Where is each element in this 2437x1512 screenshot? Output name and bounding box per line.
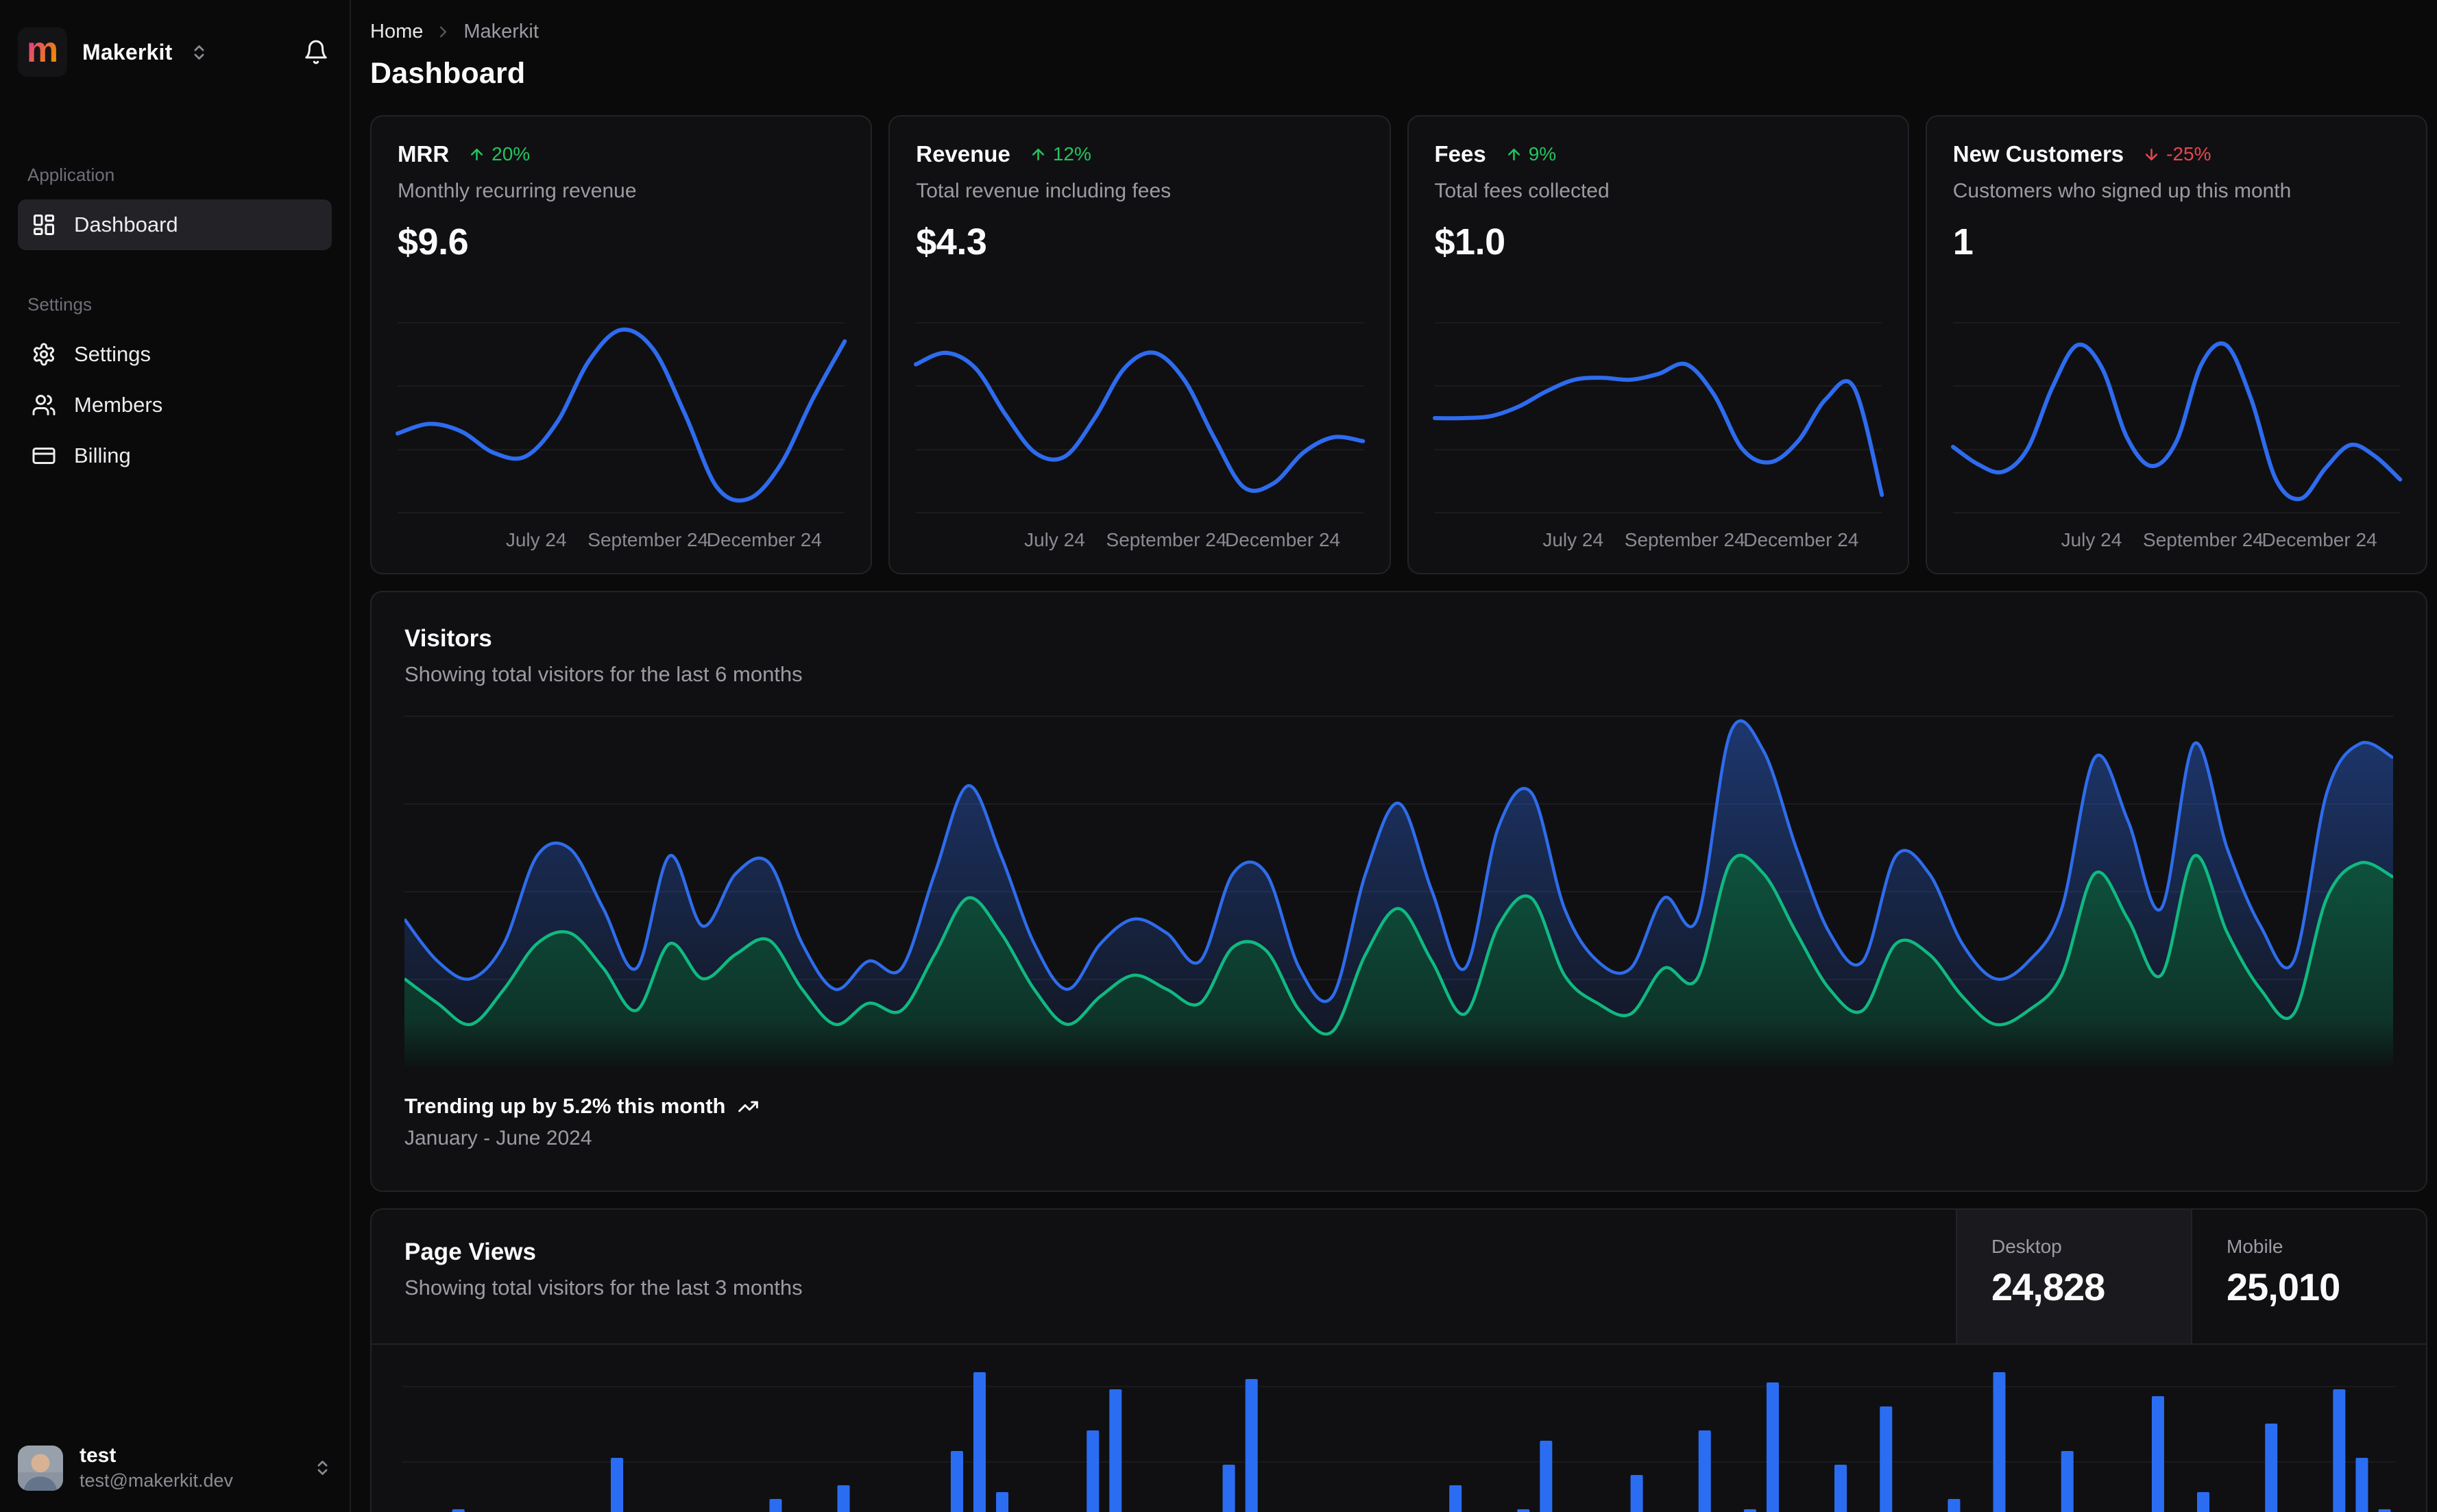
sidebar-nav: Application Dashboard Settings Settings … — [18, 164, 332, 481]
stat-value: $4.3 — [916, 221, 987, 263]
users-icon — [32, 393, 56, 417]
arrow-down-icon — [2146, 148, 2158, 160]
stat-cards-row: MRR 20% Monthly recurring revenue $9.6 J… — [370, 115, 2427, 574]
stat-card-mrr: MRR 20% Monthly recurring revenue $9.6 J… — [370, 115, 873, 574]
user-email: test@makerkit.dev — [80, 1470, 233, 1491]
nav-section-label: Application — [27, 164, 115, 185]
breadcrumb-current: Makerkit — [463, 21, 539, 42]
stat-subtitle: Total fees collected — [1434, 180, 1610, 202]
stat-title: Revenue — [916, 141, 1010, 167]
stat-value: $9.6 — [398, 221, 469, 263]
sidebar-item-dashboard[interactable]: Dashboard — [18, 199, 332, 250]
sidebar-item-settings[interactable]: Settings — [18, 329, 332, 380]
page-views-bar-chart — [402, 1355, 2396, 1512]
stat-card-fees: Fees 9% Total fees collected $1.0 July 2… — [1407, 115, 1909, 574]
stat-title: New Customers — [1952, 141, 2124, 167]
makerkit-logo: m — [18, 27, 67, 77]
notifications-button[interactable] — [300, 36, 332, 68]
stat-change-badge: -25% — [2143, 143, 2211, 165]
visitors-card: Visitors Showing total visitors for the … — [370, 591, 2427, 1192]
main-content: Home Makerkit Dashboard MRR 20% Monthly … — [351, 0, 2437, 1512]
stat-subtitle: Customers who signed up this month — [1952, 180, 2292, 202]
workspace-name: Makerkit — [82, 39, 173, 64]
arrow-up-icon — [1507, 148, 1520, 160]
sidebar-item-label: Members — [74, 393, 163, 417]
sidebar-item-label: Billing — [74, 443, 131, 467]
visitors-subtitle: Showing total visitors for the last 6 mo… — [404, 662, 803, 686]
visitors-footer: Trending up by 5.2% this month January -… — [404, 1094, 2393, 1150]
stat-subtitle: Total revenue including fees — [916, 180, 1172, 202]
x-axis-labels: July 24 September 24 December 24 — [2061, 529, 2377, 550]
user-name: test — [80, 1444, 117, 1467]
breadcrumb: Home Makerkit — [370, 21, 2427, 43]
sidebar-item-label: Settings — [74, 342, 151, 366]
sparkline-chart — [1435, 322, 1882, 514]
nav-section-label: Settings — [27, 294, 92, 315]
stat-subtitle: Monthly recurring revenue — [398, 180, 637, 202]
sparkline-chart — [398, 322, 845, 514]
stat-title: MRR — [398, 141, 450, 167]
avatar — [18, 1445, 63, 1491]
page-views-card: Page Views Showing total visitors for th… — [370, 1208, 2427, 1512]
chevron-right-icon — [440, 26, 447, 38]
stat-change-badge: 20% — [468, 143, 530, 165]
stat-value: $1.0 — [1434, 221, 1506, 263]
sidebar-item-members[interactable]: Members — [18, 380, 332, 430]
workspace-switcher[interactable] — [187, 40, 211, 64]
stat-card-revenue: Revenue 12% Total revenue including fees… — [888, 115, 1391, 574]
sidebar-item-billing[interactable]: Billing — [18, 430, 332, 481]
sparkline-chart — [916, 322, 1363, 514]
sparkline-chart — [1953, 322, 2400, 514]
page-views-header: Page Views Showing total visitors for th… — [372, 1210, 2426, 1345]
visitors-area-chart — [404, 716, 2393, 1066]
visitors-period: January - June 2024 — [404, 1127, 592, 1149]
sidebar-item-label: Dashboard — [74, 212, 178, 236]
dashboard-page: { "app": { "workspace": "Makerkit" }, "s… — [0, 0, 2437, 1512]
breadcrumb-home-link[interactable]: Home — [370, 21, 423, 43]
credit-card-icon — [32, 443, 56, 468]
user-menu[interactable]: test test@makerkit.dev — [18, 1444, 332, 1491]
page-title: Dashboard — [370, 57, 526, 90]
page-views-toggle-mobile[interactable]: Mobile 25,010 — [2191, 1210, 2426, 1343]
stat-value: 1 — [1952, 221, 1974, 263]
x-axis-labels: July 24 September 24 December 24 — [1542, 529, 1859, 550]
stat-title: Fees — [1434, 141, 1486, 167]
x-axis-labels: July 24 September 24 December 24 — [505, 529, 822, 550]
gear-icon — [32, 342, 56, 367]
arrow-up-icon — [471, 148, 483, 160]
stat-change-badge: 12% — [1030, 143, 1091, 165]
page-views-subtitle: Showing total visitors for the last 3 mo… — [404, 1276, 803, 1300]
trending-up-icon — [738, 1101, 759, 1112]
chevrons-up-down-icon — [194, 45, 204, 60]
trend-text: Trending up by 5.2% this month — [404, 1094, 726, 1118]
page-views-title: Page Views — [404, 1239, 536, 1265]
x-axis-labels: July 24 September 24 December 24 — [1024, 529, 1341, 550]
arrow-up-icon — [1032, 148, 1044, 160]
workspace-header: m Makerkit — [18, 27, 332, 77]
sidebar: m Makerkit Application Dashboard Setting… — [0, 0, 351, 1512]
page-views-toggle-desktop[interactable]: Desktop 24,828 — [1956, 1210, 2191, 1343]
dashboard-grid-icon — [32, 212, 56, 237]
chevrons-up-down-icon — [317, 1461, 328, 1475]
stat-change-badge: 9% — [1505, 143, 1556, 165]
bell-icon — [305, 40, 327, 64]
visitors-title: Visitors — [404, 625, 492, 652]
stat-card-new-customers: New Customers -25% Customers who signed … — [1925, 115, 2427, 574]
